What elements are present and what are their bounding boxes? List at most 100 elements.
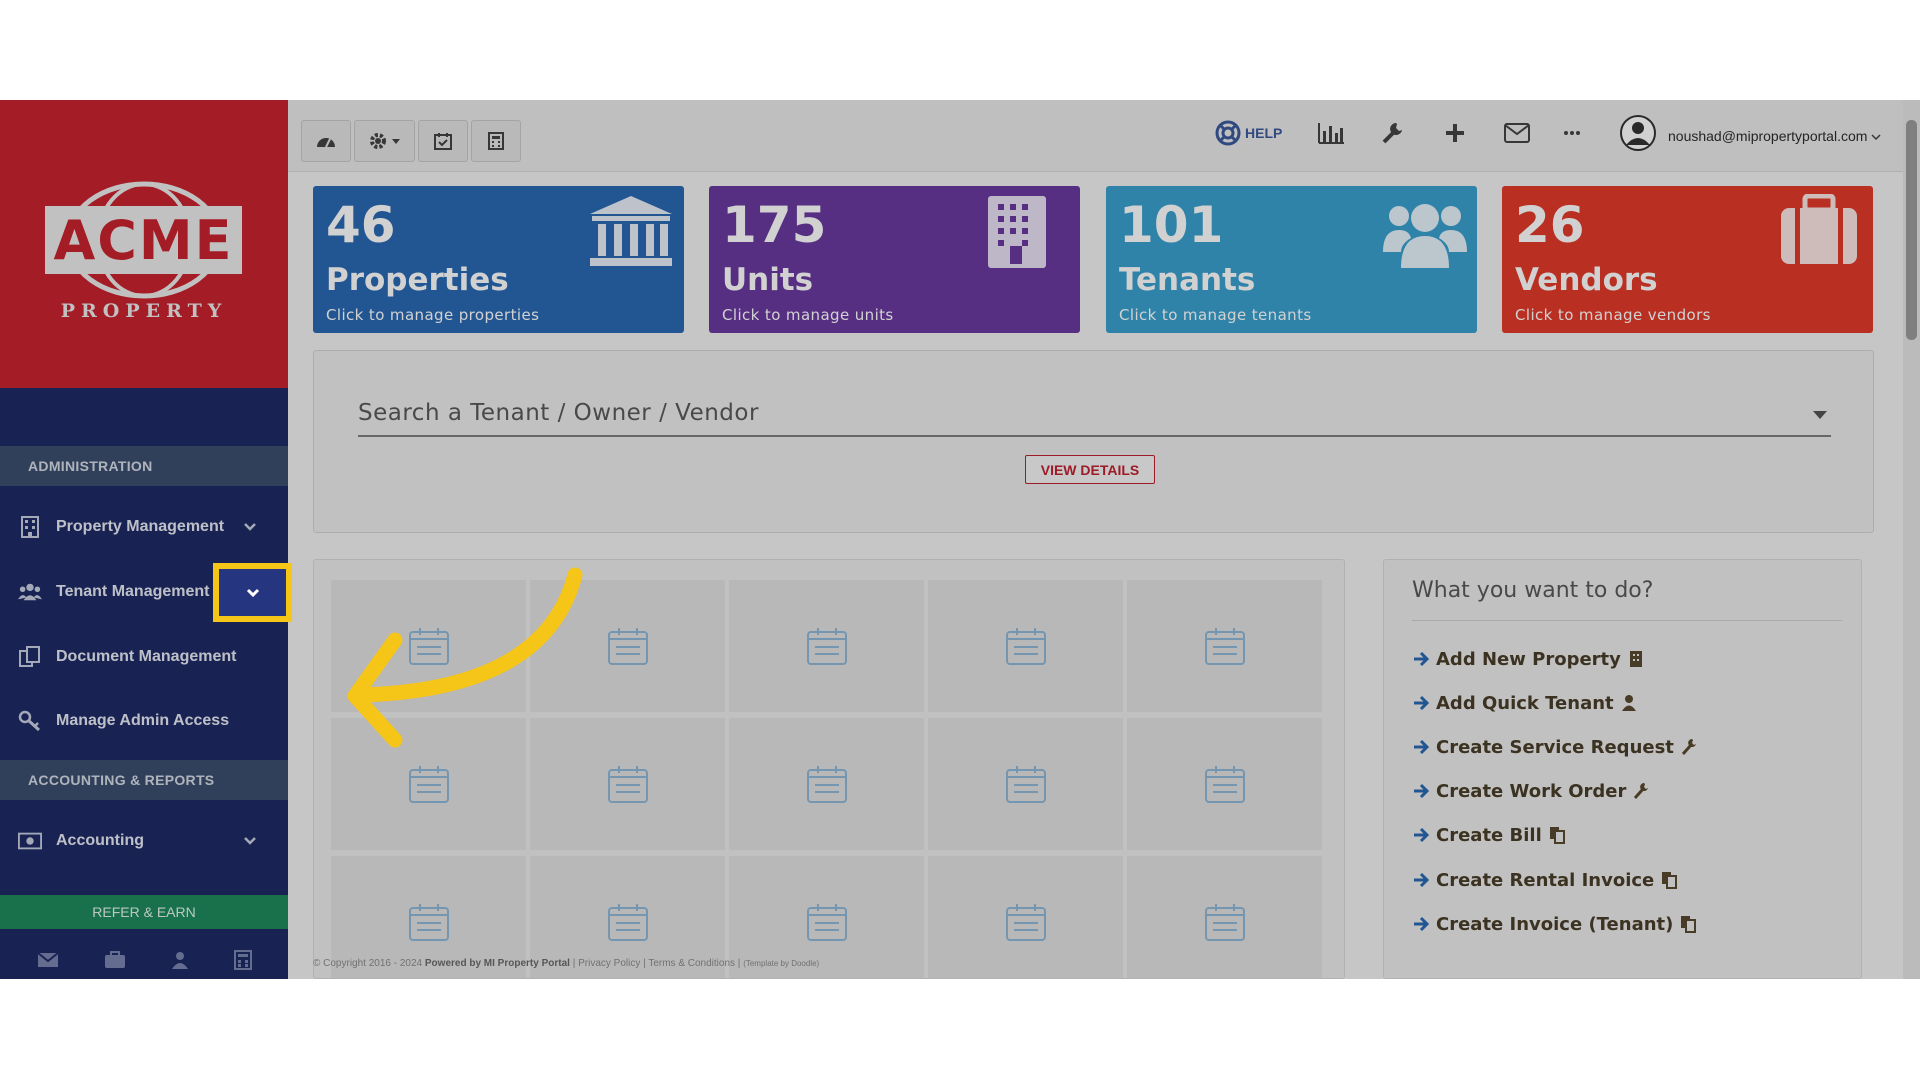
calendar-icon bbox=[408, 904, 449, 941]
building-icon bbox=[988, 196, 1046, 268]
envelope-icon[interactable] bbox=[36, 951, 59, 968]
messages-link[interactable] bbox=[1504, 118, 1530, 148]
envelope-icon bbox=[1504, 123, 1530, 143]
calculator-icon[interactable] bbox=[233, 949, 252, 970]
action-label: Create Service Request bbox=[1436, 736, 1674, 758]
page-scrollbar[interactable] bbox=[1903, 100, 1920, 979]
briefcase-icon[interactable] bbox=[104, 950, 126, 969]
bank-icon bbox=[590, 196, 672, 266]
footer-template-credit: (Template by Doodle) bbox=[743, 959, 820, 968]
search-panel: VIEW DETAILS bbox=[313, 350, 1874, 533]
card-title: Units bbox=[722, 262, 814, 298]
section-administration: ADMINISTRATION bbox=[0, 446, 288, 486]
action-add-quick-tenant[interactable]: Add Quick Tenant bbox=[1412, 688, 1637, 718]
footer-terms-link[interactable]: Terms & Conditions bbox=[648, 958, 735, 969]
action-create-service-request[interactable]: Create Service Request bbox=[1412, 732, 1697, 762]
chevron-down-icon bbox=[246, 588, 259, 597]
arrow-right-icon bbox=[1414, 783, 1430, 799]
more-button[interactable] bbox=[1563, 118, 1581, 148]
calendar-icon bbox=[1005, 904, 1046, 941]
avatar[interactable] bbox=[1619, 115, 1657, 151]
card-count: 46 bbox=[326, 196, 396, 254]
logo-box: ACME bbox=[45, 206, 242, 274]
action-label: Create Work Order bbox=[1436, 780, 1627, 802]
chevron-down-icon[interactable] bbox=[240, 831, 260, 851]
view-details-button[interactable]: VIEW DETAILS bbox=[1025, 455, 1155, 484]
logo[interactable]: ACME PROPERTY bbox=[0, 100, 288, 388]
card-tenants[interactable]: 101 Tenants Click to manage tenants bbox=[1106, 186, 1477, 333]
plus-icon bbox=[1446, 124, 1464, 142]
copy-icon bbox=[1662, 872, 1678, 889]
building-icon bbox=[1629, 651, 1642, 667]
user-menu[interactable]: noushad@mipropertyportal.com bbox=[1668, 128, 1881, 144]
users-icon bbox=[18, 580, 42, 604]
settings-icon bbox=[369, 133, 386, 149]
wrench-icon bbox=[1634, 783, 1649, 799]
calendar-tile bbox=[928, 580, 1123, 712]
calendar-tile bbox=[928, 856, 1123, 978]
action-create-work-order[interactable]: Create Work Order bbox=[1412, 776, 1649, 806]
card-title: Properties bbox=[326, 262, 509, 298]
calendar-icon bbox=[607, 628, 648, 665]
sidebar-item-accounting[interactable]: Accounting bbox=[0, 811, 288, 871]
card-properties[interactable]: 46 Properties Click to manage properties bbox=[313, 186, 684, 333]
add-new-button[interactable] bbox=[1444, 118, 1466, 148]
card-subtitle: Click to manage units bbox=[722, 306, 894, 324]
calendar-button[interactable] bbox=[418, 120, 468, 162]
calendar-tile bbox=[729, 718, 924, 850]
sidebar-item-property-management[interactable]: Property Management bbox=[0, 497, 288, 557]
sidebar-item-label: Manage Admin Access bbox=[56, 712, 230, 729]
arrow-right-icon bbox=[1414, 827, 1430, 843]
calendar-tile bbox=[1127, 580, 1322, 712]
card-vendors[interactable]: 26 Vendors Click to manage vendors bbox=[1502, 186, 1873, 333]
key-icon bbox=[18, 709, 42, 733]
sidebar-item-manage-admin-access[interactable]: Manage Admin Access bbox=[0, 691, 288, 751]
user-avatar-icon bbox=[1620, 115, 1656, 151]
documents-icon bbox=[18, 645, 42, 669]
dashboard-icon bbox=[317, 138, 335, 148]
section-accounting-reports: ACCOUNTING & REPORTS bbox=[0, 760, 288, 800]
card-title: Vendors bbox=[1515, 262, 1658, 298]
action-create-bill[interactable]: Create Bill bbox=[1412, 820, 1565, 850]
chevron-down-icon[interactable] bbox=[240, 517, 260, 537]
money-icon bbox=[18, 829, 42, 853]
user-icon bbox=[1621, 695, 1636, 711]
user-icon[interactable] bbox=[171, 951, 189, 969]
top-bar: HELP noushad@mipropertyportal.com bbox=[288, 100, 1903, 172]
sidebar-bottom-icons bbox=[0, 940, 288, 979]
action-create-invoice-tenant[interactable]: Create Invoice (Tenant) bbox=[1412, 909, 1697, 939]
help-link[interactable]: HELP bbox=[1215, 118, 1282, 148]
caret-down-icon bbox=[391, 139, 400, 144]
calendar-tile bbox=[1127, 718, 1322, 850]
reports-link[interactable] bbox=[1317, 118, 1345, 148]
dropdown-caret-icon[interactable] bbox=[1813, 411, 1827, 419]
tools-link[interactable] bbox=[1381, 118, 1405, 148]
calculator-button[interactable] bbox=[471, 120, 521, 162]
lifebuoy-icon bbox=[1215, 120, 1241, 146]
action-add-new-property[interactable]: Add New Property bbox=[1412, 644, 1644, 674]
quick-actions-title: What you want to do? bbox=[1412, 578, 1654, 603]
divider bbox=[1412, 620, 1842, 621]
footer-powered-link[interactable]: Powered by MI Property Portal bbox=[425, 958, 570, 969]
sidebar-item-label: Document Management bbox=[56, 648, 237, 665]
sidebar-item-label: Tenant Management bbox=[56, 583, 210, 600]
card-units[interactable]: 175 Units Click to manage units bbox=[709, 186, 1080, 333]
settings-dropdown-button[interactable] bbox=[354, 120, 415, 162]
calendar-icon bbox=[607, 766, 648, 803]
sidebar-item-label: Accounting bbox=[56, 832, 144, 849]
tenant-management-chevron-highlight[interactable] bbox=[213, 563, 292, 622]
search-input[interactable] bbox=[358, 391, 1831, 437]
dashboard-button[interactable] bbox=[301, 120, 351, 162]
footer: © Copyright 2016 - 2024 Powered by MI Pr… bbox=[313, 958, 820, 969]
refer-earn-button[interactable]: REFER & EARN bbox=[0, 895, 288, 929]
scrollbar-thumb[interactable] bbox=[1906, 120, 1917, 340]
card-count: 175 bbox=[722, 196, 827, 254]
card-subtitle: Click to manage properties bbox=[326, 306, 540, 324]
action-create-rental-invoice[interactable]: Create Rental Invoice bbox=[1412, 865, 1678, 895]
ellipsis-icon bbox=[1564, 131, 1580, 135]
footer-privacy-link[interactable]: Privacy Policy bbox=[578, 958, 640, 969]
logo-text: ACME bbox=[53, 208, 234, 272]
users-icon bbox=[1383, 204, 1467, 268]
sidebar-item-document-management[interactable]: Document Management bbox=[0, 627, 288, 687]
action-label: Create Rental Invoice bbox=[1436, 869, 1655, 891]
